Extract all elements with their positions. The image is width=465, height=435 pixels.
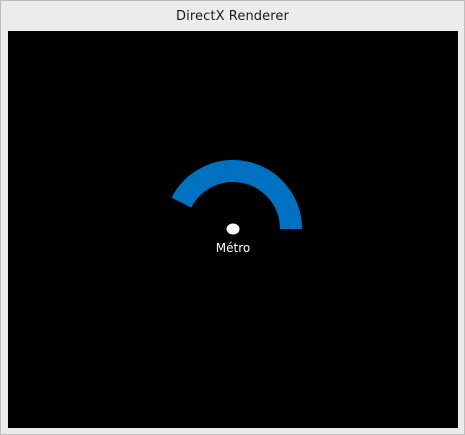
renderer-window: DirectX Renderer Métro [0, 0, 465, 435]
scene-canvas: Métro [171, 160, 302, 255]
title-bar[interactable]: DirectX Renderer [1, 1, 464, 31]
render-viewport[interactable]: Métro [8, 31, 458, 428]
window-title: DirectX Renderer [176, 8, 289, 24]
progress-arc [171, 160, 302, 230]
location-marker[interactable] [226, 223, 240, 235]
marker-label: Métro [216, 241, 250, 255]
